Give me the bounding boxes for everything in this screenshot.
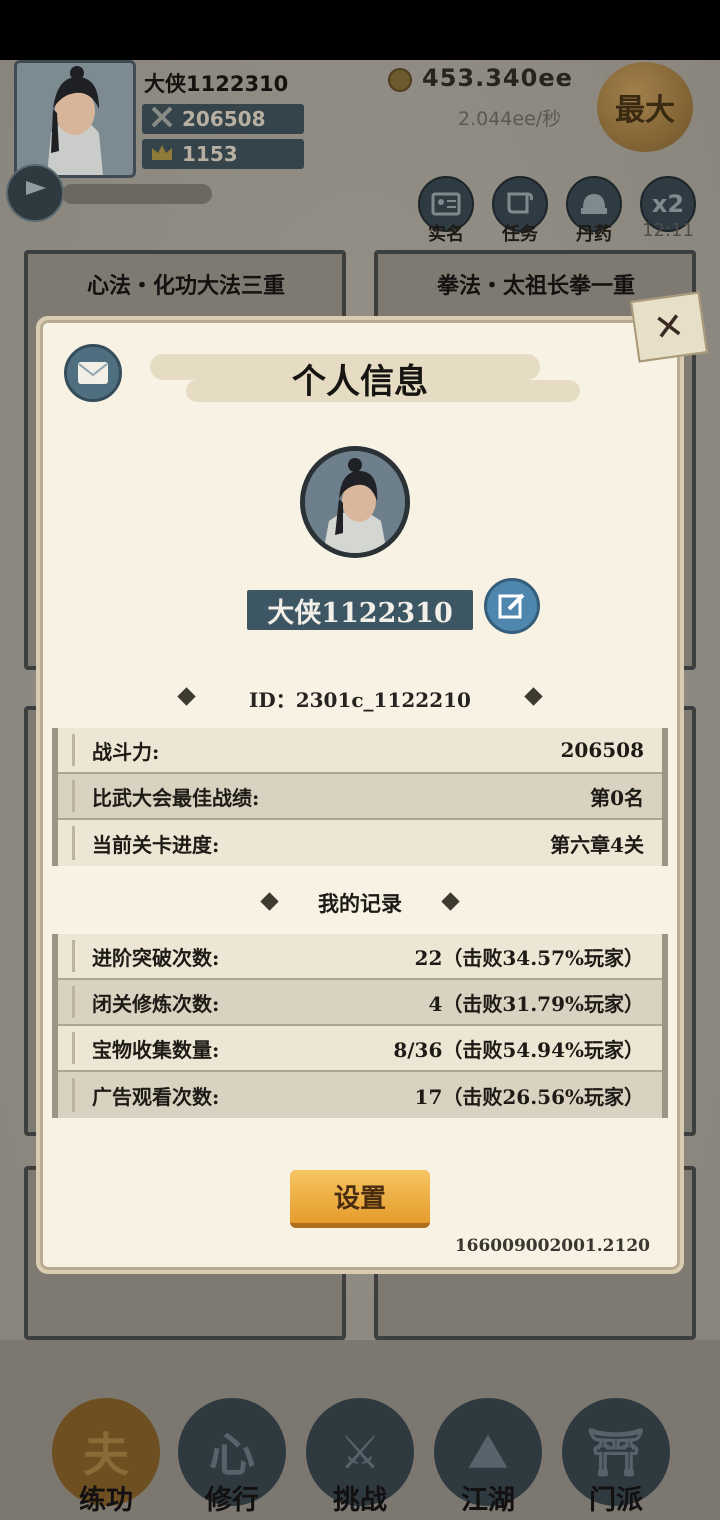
stat-label: 战斗力: (92, 739, 160, 764)
record-value: 4（击败31.79%玩家） (428, 991, 644, 1016)
profile-avatar[interactable] (300, 446, 410, 558)
records-title: 我的记录 (318, 891, 402, 916)
power-value: 206508 (182, 107, 266, 131)
record-label: 广告观看次数: (92, 1084, 220, 1109)
settings-button[interactable]: 设置 (290, 1170, 430, 1228)
record-label: 闭关修炼次数: (92, 991, 220, 1016)
progress-bar (62, 184, 212, 204)
edit-name-icon[interactable] (484, 578, 540, 634)
mail-icon[interactable] (64, 344, 122, 402)
power-stat: 206508 (142, 104, 304, 134)
record-value: 22（击败34.57%玩家） (414, 945, 644, 970)
x2-icon: x2 (651, 190, 685, 218)
nav-practice-label: 练功 (79, 1485, 133, 1516)
pill-label: 丹药 (576, 224, 612, 245)
stat-label: 当前关卡进度: (92, 832, 220, 857)
flag-icon[interactable] (6, 164, 64, 222)
table-row: 闭关修炼次数: 4（击败31.79%玩家） (58, 980, 662, 1026)
modal-title: 个人信息 (292, 362, 428, 402)
currency-rate: 2.044ee/秒 (458, 108, 562, 130)
mountain-icon: ⛰ (468, 1424, 508, 1478)
stat-label: 比武大会最佳战绩: (92, 785, 260, 810)
status-bar (0, 0, 720, 60)
gold-value: 1153 (182, 142, 238, 166)
timer-label: 12:11 (642, 220, 694, 241)
player-name: 大侠1122310 (144, 72, 289, 96)
version-number: 166009002001.2120 (454, 1236, 650, 1256)
records-table: 进阶突破次数: 22（击败34.57%玩家） 闭关修炼次数: 4（击败31.79… (52, 934, 668, 1118)
close-icon[interactable]: ✕ (630, 291, 708, 363)
table-row: 宝物收集数量: 8/36（击败54.94%玩家） (58, 1026, 662, 1072)
table-row: 当前关卡进度: 第六章4关 (58, 820, 662, 866)
profile-name: 大侠1122310 (247, 590, 473, 630)
currency-value: 453.340ee (422, 64, 573, 92)
record-label: 宝物收集数量: (92, 1037, 220, 1062)
nav-sect-label: 门派 (589, 1485, 643, 1516)
practice-icon: 夫 (83, 1428, 129, 1482)
record-value: 17（击败26.56%玩家） (414, 1084, 644, 1109)
skill-card-right-title: 拳法・太祖长拳一重 (436, 274, 635, 299)
table-row: 广告观看次数: 17（击败26.56%玩家） (58, 1072, 662, 1118)
max-button[interactable]: 最大 (597, 62, 693, 152)
table-row: 进阶突破次数: 22（击败34.57%玩家） (58, 934, 662, 980)
record-label: 进阶突破次数: (92, 945, 220, 970)
heart-icon: 心 (209, 1428, 255, 1482)
stat-value: 第0名 (590, 785, 644, 810)
nav-cultivate-label: 修行 (205, 1485, 259, 1516)
record-value: 8/36（击败54.94%玩家） (393, 1037, 644, 1062)
player-avatar[interactable] (14, 60, 136, 178)
player-id: ID：2301c_1122210 (249, 688, 471, 712)
task-label: 任务 (502, 224, 538, 245)
skill-card-left-title: 心法・化功大法三重 (86, 274, 285, 299)
stats-table: 战斗力: 206508 比武大会最佳战绩: 第0名 当前关卡进度: 第六章4关 (52, 728, 668, 866)
nav-challenge-label: 挑战 (333, 1485, 387, 1516)
stat-value: 206508 (560, 738, 645, 762)
gate-icon: ⛩ (586, 1424, 646, 1479)
stat-value: 第六章4关 (550, 832, 644, 857)
table-row: 比武大会最佳战绩: 第0名 (58, 774, 662, 820)
swords-icon: ⚔ (339, 1425, 381, 1479)
gold-stat: 1153 (142, 139, 304, 169)
coin-icon (388, 68, 412, 92)
crown-icon (150, 142, 174, 167)
table-row: 战斗力: 206508 (58, 728, 662, 774)
nav-jianghu-label: 江湖 (461, 1485, 515, 1516)
crossed-swords-icon (150, 106, 174, 133)
realname-label: 实名 (428, 224, 464, 245)
